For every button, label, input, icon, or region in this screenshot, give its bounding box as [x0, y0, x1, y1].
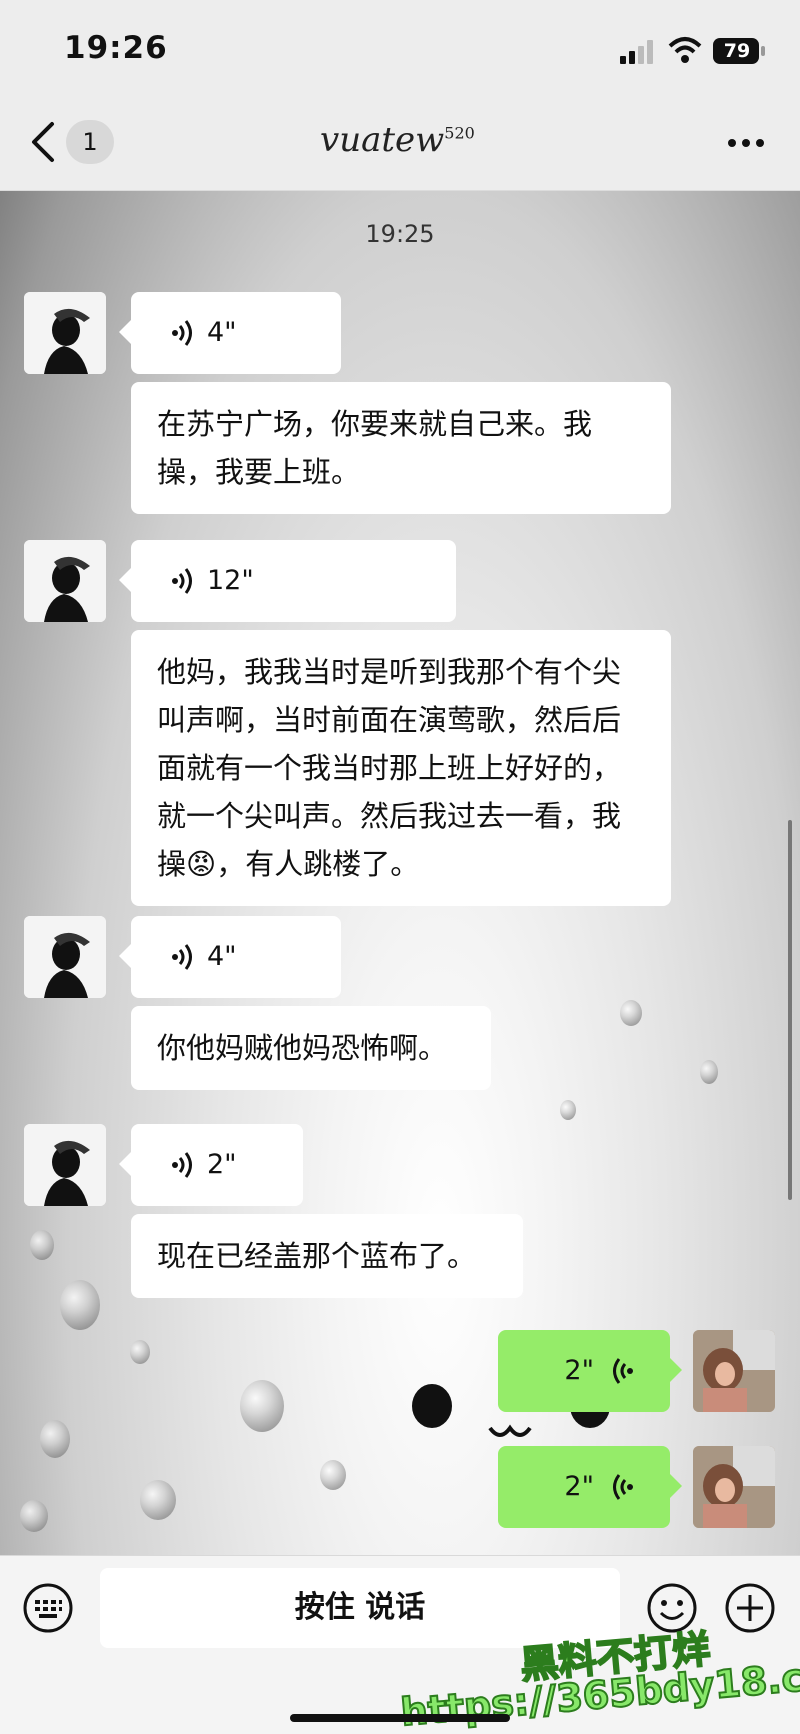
voice-icon [613, 1358, 633, 1384]
voice-duration: 4" [207, 317, 237, 348]
raindrop-decoration [130, 1340, 150, 1364]
text-message[interactable]: 他妈，我我当时是听到我那个有个尖叫声啊，当时前面在演莺歌，然后后面就有一个我当时… [131, 630, 671, 906]
raindrop-decoration [700, 1060, 718, 1084]
my-avatar[interactable] [693, 1330, 775, 1412]
voice-icon [613, 1474, 633, 1500]
voice-duration: 12" [207, 565, 254, 596]
voice-icon [172, 320, 192, 346]
contact-avatar[interactable] [24, 1124, 106, 1206]
voice-duration: 4" [207, 941, 237, 972]
text-message[interactable]: 现在已经盖那个蓝布了。 [131, 1214, 523, 1298]
contact-avatar[interactable] [24, 916, 106, 998]
raindrop-decoration [560, 1100, 576, 1120]
more-icon[interactable] [726, 128, 766, 158]
raindrop-decoration [60, 1280, 100, 1330]
battery-level: 79 [723, 40, 751, 62]
voice-message[interactable]: 4" [119, 292, 341, 374]
contact-avatar[interactable] [24, 292, 106, 374]
voice-message[interactable]: 4" [119, 916, 341, 998]
raindrop-decoration [30, 1230, 54, 1260]
raindrop-decoration [140, 1480, 176, 1520]
text-message[interactable]: 你他妈贼他妈恐怖啊。 [131, 1006, 491, 1090]
battery-icon: 79 [712, 37, 766, 65]
raindrop-decoration [40, 1420, 70, 1458]
contact-avatar[interactable] [24, 540, 106, 622]
plus-icon[interactable] [724, 1582, 776, 1634]
voice-icon [172, 568, 192, 594]
voice-message[interactable]: 12" [119, 540, 456, 622]
keyboard-icon[interactable] [22, 1582, 74, 1634]
raindrop-decoration [240, 1380, 284, 1432]
voice-duration: 2" [564, 1355, 594, 1386]
voice-icon [172, 1152, 192, 1178]
raindrop-decoration [20, 1500, 48, 1532]
voice-message[interactable]: 2" [119, 1124, 303, 1206]
message-timestamp: 19:25 [365, 220, 435, 248]
unread-count-badge[interactable]: 1 [66, 120, 114, 164]
scrollbar[interactable] [788, 820, 792, 1200]
text-message[interactable]: 在苏宁广场，你要来就自己来。我操，我要上班。 [131, 382, 671, 514]
signal-icon [620, 40, 653, 64]
status-time: 19:26 [64, 30, 168, 66]
chat-title: vuatew520 [320, 120, 475, 160]
my-voice-message[interactable]: 2" [498, 1446, 682, 1528]
wifi-icon [668, 37, 702, 63]
back-icon[interactable] [30, 120, 56, 164]
voice-duration: 2" [564, 1471, 594, 1502]
chat-title-sup: 520 [444, 123, 475, 143]
voice-duration: 2" [207, 1149, 237, 1180]
raindrop-decoration [320, 1460, 346, 1490]
my-avatar[interactable] [693, 1446, 775, 1528]
my-voice-message[interactable]: 2" [498, 1330, 682, 1412]
chat-title-text: vuatew [320, 120, 445, 160]
voice-icon [172, 944, 192, 970]
home-indicator[interactable] [290, 1714, 510, 1722]
raindrop-decoration [620, 1000, 642, 1026]
